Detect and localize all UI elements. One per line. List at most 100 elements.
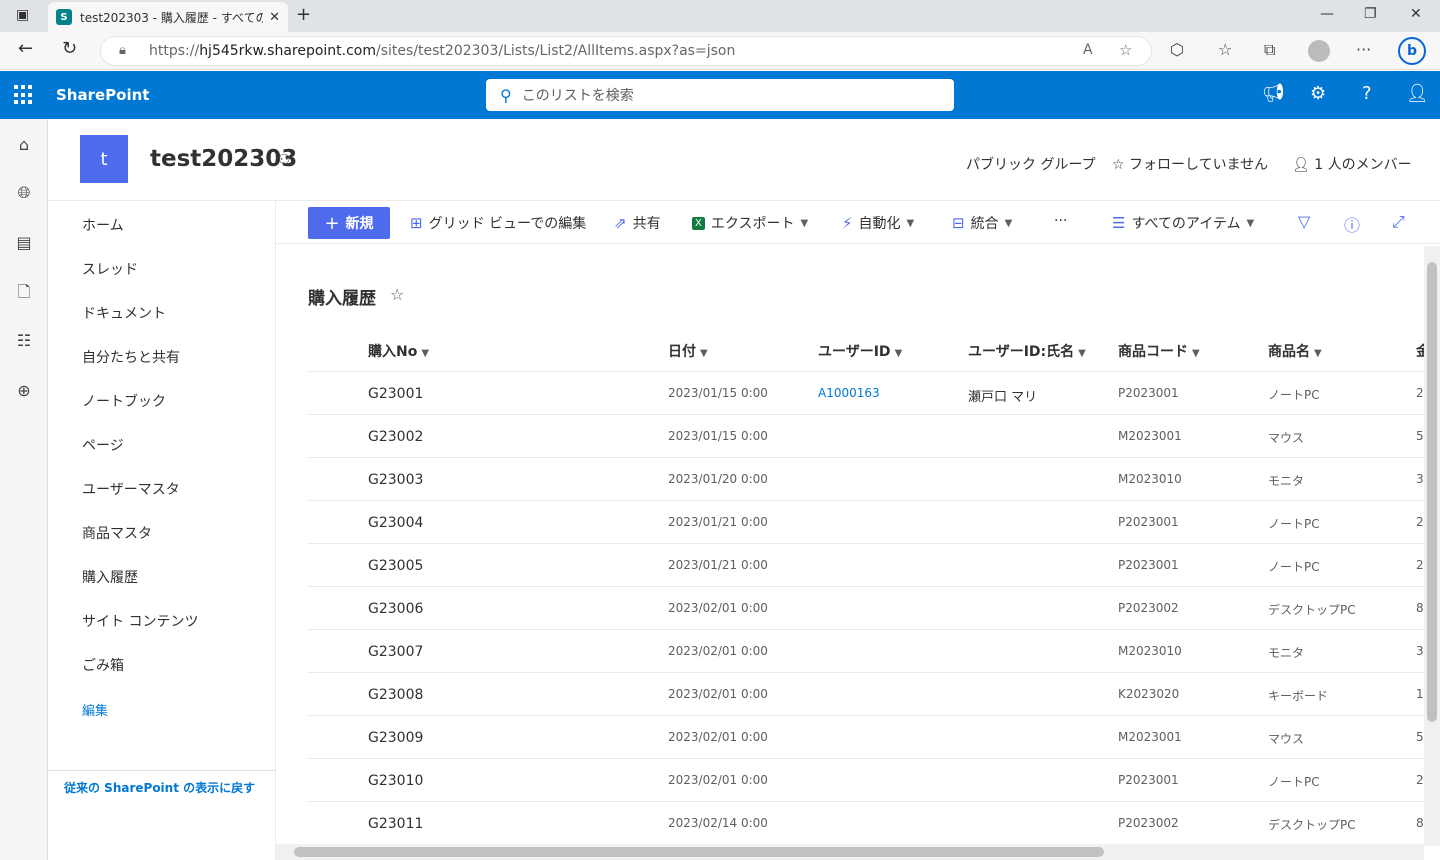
favorite-star-icon[interactable]: ☆ — [390, 285, 404, 304]
info-icon[interactable]: ⓘ — [1344, 212, 1360, 236]
column-header-product-name[interactable]: 商品名 ▼ — [1268, 341, 1322, 361]
create-icon[interactable]: ⊕ — [14, 381, 34, 401]
lock-icon[interactable]: 🔒︎ — [119, 43, 126, 58]
purchase-no-cell[interactable]: ⁂G23005 — [368, 558, 423, 574]
help-icon[interactable]: ? — [1362, 83, 1372, 104]
tab-actions-icon[interactable]: ▣ — [16, 7, 29, 23]
favorite-add-icon[interactable]: ☆ — [1119, 41, 1132, 59]
nav-item-notebook[interactable]: ノートブック — [82, 391, 166, 411]
truncated-amount-cell: 3 — [1416, 472, 1424, 486]
integrate-button[interactable]: ⊟ 統合 ▼ — [952, 213, 1012, 233]
purchase-no-cell[interactable]: ⁂G23010 — [368, 773, 423, 789]
close-tab-icon[interactable]: ✕ — [269, 10, 280, 25]
column-header-user-name[interactable]: ユーザーID:氏名 ▼ — [968, 341, 1086, 361]
read-aloud-icon[interactable]: A — [1083, 42, 1093, 58]
purchase-no-cell[interactable]: ⁂G23011 — [368, 816, 423, 832]
column-header-date[interactable]: 日付 ▼ — [668, 341, 708, 361]
browser-tab[interactable]: S test202303 - 購入履歴 - すべての7 ✕ — [48, 2, 288, 32]
table-row[interactable]: ⁂G23010 2023/02/01 0:00 P2023001 ノートPC 2 — [308, 759, 1424, 802]
minimize-icon[interactable]: — — [1320, 6, 1334, 22]
list-search-input[interactable]: ⚲ このリストを検索 — [486, 79, 954, 111]
nav-item-documents[interactable]: ドキュメント — [82, 303, 166, 323]
nav-item-product-master[interactable]: 商品マスタ — [82, 523, 152, 543]
nav-item-threads[interactable]: スレッド — [82, 259, 138, 279]
purchase-no-cell[interactable]: ⁂G23003 — [368, 472, 423, 488]
collections-icon[interactable]: ⧉ — [1264, 40, 1275, 60]
view-switcher[interactable]: ☰ すべてのアイテム ▼ — [1112, 213, 1254, 233]
more-options-icon[interactable]: ··· — [1356, 40, 1371, 59]
truncated-amount-cell: 5 — [1416, 429, 1424, 443]
column-header-purchase-no[interactable]: 購入No ▼ — [368, 341, 429, 361]
purchase-no-cell[interactable]: ⁂G23001 — [368, 386, 423, 402]
account-icon[interactable]: 👤︎ — [1406, 83, 1429, 104]
table-row[interactable]: ⁂G23001 2023/01/15 0:00 A1000163 瀬戸口 マリ P202… — [308, 372, 1424, 415]
user-id-link[interactable]: A1000163 — [818, 386, 880, 400]
teams-icon[interactable]: ⚇ — [278, 152, 291, 168]
settings-gear-icon[interactable]: ⚙ — [1310, 83, 1326, 104]
app-launcher-icon[interactable] — [14, 85, 34, 105]
table-row[interactable]: ⁂G23003 2023/01/20 0:00 M2023010 モニタ 3 — [308, 458, 1424, 501]
table-row[interactable]: ⁂G23004 2023/01/21 0:00 P2023001 ノートPC 2 — [308, 501, 1424, 544]
purchase-no-cell[interactable]: ⁂G23008 — [368, 687, 423, 703]
window-close-icon[interactable]: ✕ — [1410, 6, 1422, 22]
table-row[interactable]: ⁂G23006 2023/02/01 0:00 P2023002 デスクトップPC 8 — [308, 587, 1424, 630]
news-icon[interactable]: ▤ — [14, 233, 34, 253]
nav-item-recycle-bin[interactable]: ごみ箱 — [82, 655, 124, 675]
horizontal-scroll-thumb[interactable] — [294, 847, 1104, 857]
purchase-no-cell[interactable]: ⁂G23002 — [368, 429, 423, 445]
files-icon[interactable]: 🗋 — [14, 281, 34, 301]
site-logo[interactable]: t — [80, 135, 128, 183]
filter-icon[interactable]: ▽ — [1298, 212, 1310, 231]
table-row[interactable]: ⁂G23005 2023/01/21 0:00 P2023001 ノートPC 2 — [308, 544, 1424, 587]
vertical-scroll-thumb[interactable] — [1427, 262, 1437, 722]
expand-icon[interactable]: ⤢ — [1392, 212, 1405, 232]
new-item-button[interactable]: + 新規 — [308, 207, 390, 239]
nav-item-user-master[interactable]: ユーザーマスタ — [82, 479, 180, 499]
more-commands-button[interactable]: ··· — [1054, 213, 1067, 229]
nav-item-shared-with-us[interactable]: 自分たちと共有 — [82, 347, 180, 367]
new-item-sparkle-icon: ⁂ — [368, 773, 370, 776]
table-row[interactable]: ⁂G23009 2023/02/01 0:00 M2023001 マウス 5 — [308, 716, 1424, 759]
classic-view-link[interactable]: 従来の SharePoint の表示に戻す — [64, 779, 255, 796]
favorites-icon[interactable]: ☆ — [1218, 40, 1232, 59]
horizontal-scrollbar[interactable] — [276, 844, 1424, 860]
refresh-icon[interactable]: ↻ — [62, 38, 77, 59]
purchase-no-cell[interactable]: ⁂G23006 — [368, 601, 423, 617]
purchase-no-cell[interactable]: ⁂G23009 — [368, 730, 423, 746]
column-header-user-id[interactable]: ユーザーID ▼ — [818, 341, 902, 361]
table-row[interactable]: ⁂G23011 2023/02/14 0:00 P2023002 デスクトップPC 8 — [308, 802, 1424, 845]
column-header-product-code[interactable]: 商品コード ▼ — [1118, 341, 1200, 361]
home-icon[interactable]: ⌂ — [14, 135, 34, 155]
follow-button[interactable]: ☆ フォローしていません — [1112, 154, 1268, 174]
back-icon[interactable]: ← — [18, 38, 33, 59]
nav-item-purchase-history[interactable]: 購入履歴 — [82, 567, 138, 587]
grid-edit-button[interactable]: ⊞ グリッド ビューでの編集 — [410, 213, 586, 233]
chevron-down-icon: ▼ — [1192, 348, 1200, 359]
share-button[interactable]: ⇗ 共有 — [614, 213, 661, 233]
sharepoint-brand[interactable]: SharePoint — [56, 86, 149, 104]
site-title[interactable]: test202303 — [150, 146, 297, 172]
announcement-icon[interactable]: 📢︎ — [1262, 83, 1285, 104]
automate-button[interactable]: ⚡︎ 自動化 ▼ — [842, 213, 914, 233]
nav-item-site-contents[interactable]: サイト コンテンツ — [82, 611, 198, 631]
lists-icon[interactable]: ☷ — [14, 331, 34, 351]
restore-icon[interactable]: ❐ — [1364, 6, 1377, 22]
bing-chat-icon[interactable]: b — [1398, 37, 1426, 65]
nav-item-pages[interactable]: ページ — [82, 435, 124, 455]
vertical-scrollbar[interactable] — [1424, 246, 1440, 846]
purchase-no-cell[interactable]: ⁂G23007 — [368, 644, 423, 660]
nav-edit-link[interactable]: 編集 — [82, 700, 108, 719]
profile-avatar[interactable] — [1308, 40, 1330, 62]
column-header-truncated[interactable]: 金 — [1416, 341, 1424, 361]
table-row[interactable]: ⁂G23002 2023/01/15 0:00 M2023001 マウス 5 — [308, 415, 1424, 458]
table-row[interactable]: ⁂G23007 2023/02/01 0:00 M2023010 モニタ 3 — [308, 630, 1424, 673]
export-button[interactable]: X エクスポート ▼ — [692, 213, 808, 233]
globe-icon[interactable]: 🌐︎ — [14, 183, 34, 203]
members-button[interactable]: 👤︎ 1 人のメンバー — [1292, 154, 1412, 174]
url-field[interactable]: 🔒︎ https://hj545rkw.sharepoint.com/sites… — [100, 36, 1152, 66]
new-tab-icon[interactable]: + — [296, 4, 311, 25]
purchase-no-cell[interactable]: ⁂G23004 — [368, 515, 423, 531]
extensions-icon[interactable]: ⬡ — [1170, 40, 1184, 59]
nav-item-home[interactable]: ホーム — [82, 215, 124, 235]
table-row[interactable]: ⁂G23008 2023/02/01 0:00 K2023020 キーボード 1 — [308, 673, 1424, 716]
